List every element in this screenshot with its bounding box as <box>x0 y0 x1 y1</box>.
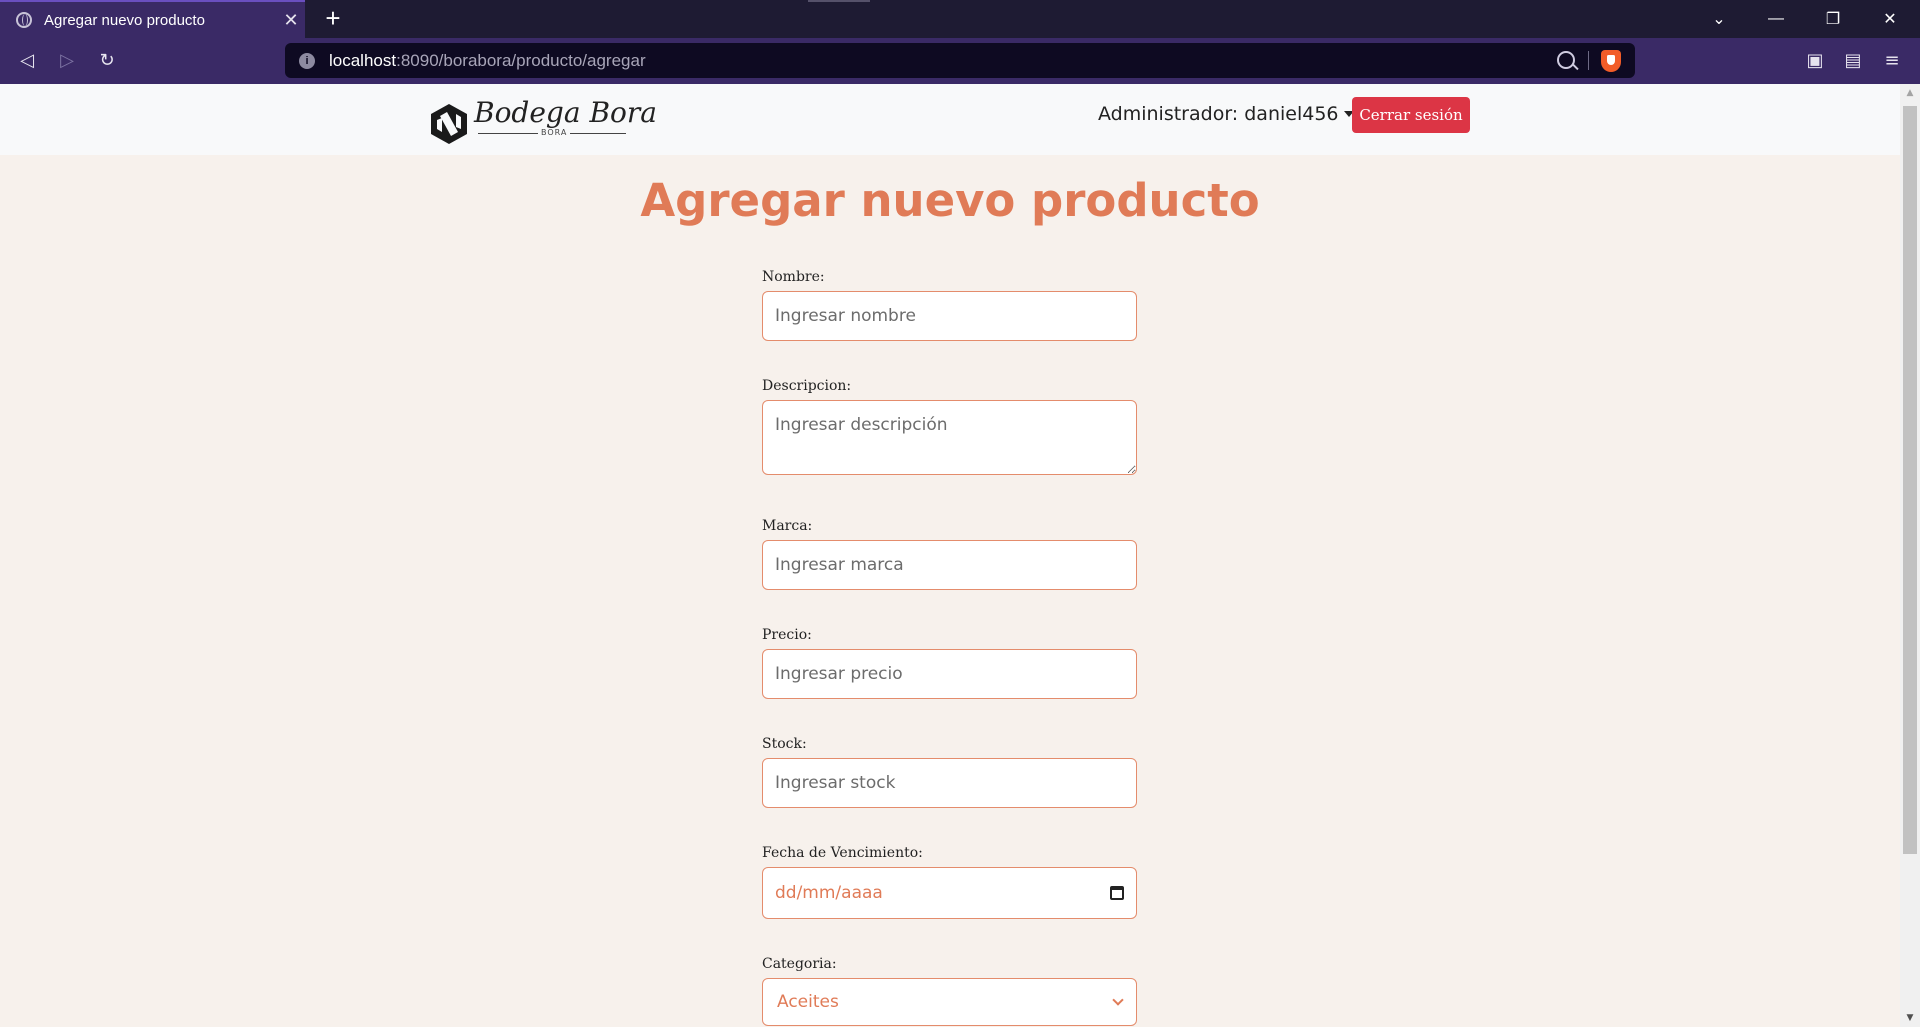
brave-shield-icon[interactable] <box>1601 50 1621 72</box>
tab-list-chevron-icon[interactable]: ⌄ <box>1691 0 1747 38</box>
chevron-down-icon <box>1112 994 1124 1006</box>
minimize-button[interactable]: — <box>1748 0 1804 38</box>
globe-icon <box>16 12 32 28</box>
nombre-label: Nombre: <box>762 269 825 285</box>
scroll-down-arrow-icon[interactable]: ▼ <box>1900 1013 1920 1023</box>
logo-subtext: BORA <box>538 128 571 137</box>
page-title: Agregar nuevo producto <box>640 174 1260 227</box>
address-bar[interactable]: i localhost:8090/borabora/producto/agreg… <box>285 43 1635 78</box>
back-icon[interactable]: ◁ <box>12 46 42 76</box>
browser-toolbar: ◁ ▷ ↻ i localhost:8090/borabora/producto… <box>0 38 1920 84</box>
logo-mark-icon <box>431 104 467 144</box>
date-placeholder: dd/mm/aaaa <box>775 883 883 903</box>
fecha-vencimiento-label: Fecha de Vencimiento: <box>762 845 923 861</box>
site-header: Bodega Bora BORA Administrador: daniel45… <box>0 84 1900 155</box>
logo-text: Bodega Bora <box>474 96 657 129</box>
logout-button[interactable]: Cerrar sesión <box>1352 97 1470 133</box>
restore-button[interactable]: ❐ <box>1805 0 1861 38</box>
calendar-icon[interactable] <box>1110 886 1124 900</box>
admin-dropdown[interactable]: Administrador: daniel456 <box>1098 103 1354 125</box>
categoria-label: Categoria: <box>762 956 837 972</box>
precio-label: Precio: <box>762 627 812 643</box>
categoria-selected-value: Aceites <box>777 992 839 1012</box>
tab-title: Agregar nuevo producto <box>44 11 205 29</box>
page-viewport: Bodega Bora BORA Administrador: daniel45… <box>0 84 1900 1027</box>
close-window-button[interactable]: ✕ <box>1862 0 1918 38</box>
browser-tab[interactable]: Agregar nuevo producto ✕ <box>0 0 305 38</box>
descripcion-label: Descripcion: <box>762 378 852 394</box>
url-host: localhost <box>329 50 397 70</box>
descripcion-textarea[interactable] <box>762 400 1137 475</box>
marca-label: Marca: <box>762 518 813 534</box>
stock-input[interactable] <box>762 758 1137 808</box>
address-bar-divider <box>1588 51 1589 70</box>
scroll-up-arrow-icon[interactable]: ▲ <box>1900 88 1920 98</box>
nombre-input[interactable] <box>762 291 1137 341</box>
url-path: :8090/borabora/producto/agregar <box>396 50 646 70</box>
new-tab-button[interactable]: + <box>318 4 348 34</box>
site-logo[interactable]: Bodega Bora BORA <box>428 96 657 146</box>
reload-icon[interactable]: ↻ <box>92 46 122 76</box>
precio-input[interactable] <box>762 649 1137 699</box>
site-info-icon[interactable]: i <box>299 52 315 69</box>
wallet-icon[interactable]: ▤ <box>1842 50 1864 72</box>
fecha-vencimiento-input[interactable]: dd/mm/aaaa <box>762 867 1137 919</box>
page-scrollbar[interactable]: ▲ ▼ <box>1900 84 1920 1027</box>
browser-tab-bar: Agregar nuevo producto ✕ + ⌄ — ❐ ✕ <box>0 0 1920 38</box>
forward-icon[interactable]: ▷ <box>52 46 82 76</box>
tab-close-icon[interactable]: ✕ <box>277 10 305 31</box>
tab-strip-indicator <box>808 0 870 2</box>
sidebar-icon[interactable]: ▣ <box>1804 50 1826 72</box>
menu-icon[interactable]: ≡ <box>1881 50 1903 72</box>
admin-label: Administrador: daniel456 <box>1098 103 1339 125</box>
scrollbar-thumb[interactable] <box>1903 106 1917 854</box>
marca-input[interactable] <box>762 540 1137 590</box>
categoria-select[interactable]: Aceites <box>762 978 1137 1026</box>
zoom-out-icon[interactable] <box>1557 51 1575 69</box>
stock-label: Stock: <box>762 736 807 752</box>
